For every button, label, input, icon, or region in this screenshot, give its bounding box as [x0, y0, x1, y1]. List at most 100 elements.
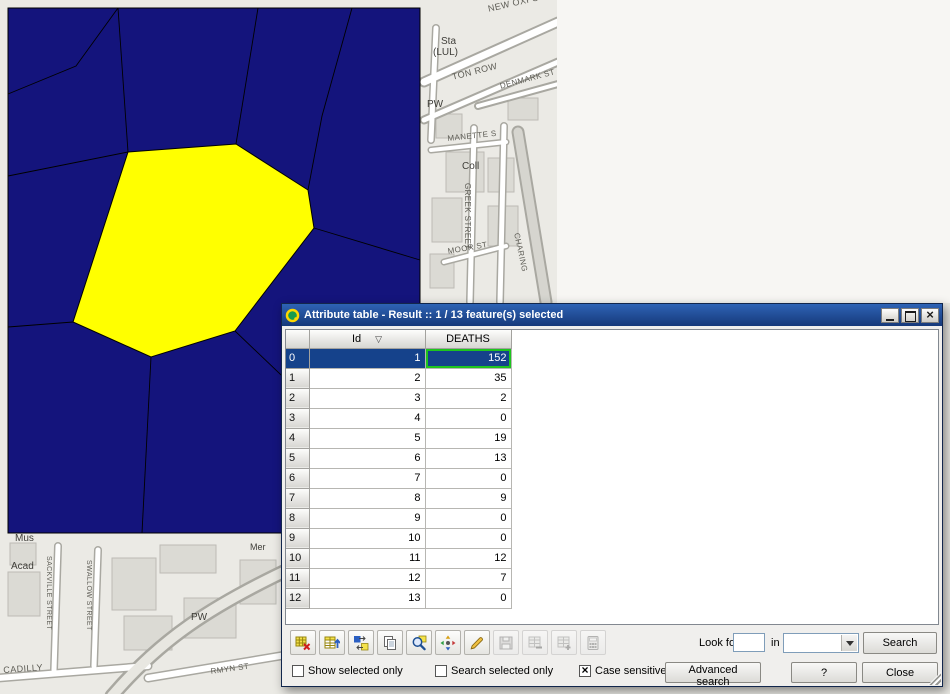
table-row: 890: [286, 508, 511, 528]
cell-id[interactable]: 11: [309, 548, 425, 568]
cell-deaths[interactable]: 0: [425, 408, 511, 428]
new-column-button[interactable]: [551, 630, 577, 655]
minimize-button[interactable]: [881, 308, 899, 323]
case-sensitive-option[interactable]: Case sensitive: [579, 665, 667, 677]
row-header[interactable]: 11: [286, 568, 309, 588]
qgis-workspace: NEW OXFORDSta(LUL)TON ROWPWDENMARK STMAN…: [0, 0, 950, 694]
window-titlebar[interactable]: Attribute table - Result :: 1 / 13 featu…: [282, 304, 942, 326]
help-button[interactable]: ?: [791, 662, 857, 683]
table-row: 340: [286, 408, 511, 428]
search-field-select[interactable]: [783, 633, 859, 653]
cell-id[interactable]: 1: [309, 348, 425, 368]
corner-header[interactable]: [286, 330, 309, 348]
row-header[interactable]: 4: [286, 428, 309, 448]
toggle-editing-button[interactable]: [464, 630, 490, 655]
cell-deaths[interactable]: 13: [425, 448, 511, 468]
cell-deaths[interactable]: 12: [425, 548, 511, 568]
show-selected-only-checkbox[interactable]: [292, 665, 304, 677]
cell-deaths[interactable]: 0: [425, 588, 511, 608]
cell-deaths[interactable]: 0: [425, 508, 511, 528]
cell-id[interactable]: 13: [309, 588, 425, 608]
table-row: 9100: [286, 528, 511, 548]
show-selected-only-option[interactable]: Show selected only: [292, 665, 403, 677]
row-header[interactable]: 2: [286, 388, 309, 408]
delete-column-button[interactable]: [522, 630, 548, 655]
row-header[interactable]: 6: [286, 468, 309, 488]
row-header[interactable]: 10: [286, 548, 309, 568]
move-selection-to-top-icon: [324, 635, 340, 651]
cell-id[interactable]: 9: [309, 508, 425, 528]
advanced-search-button[interactable]: Advanced search: [665, 662, 761, 683]
column-header-deaths[interactable]: DEATHS: [425, 330, 511, 348]
column-header-id[interactable]: Id ▽: [309, 330, 425, 348]
table-row: 789: [286, 488, 511, 508]
table-row: 232: [286, 388, 511, 408]
cell-id[interactable]: 8: [309, 488, 425, 508]
cell-deaths[interactable]: 7: [425, 568, 511, 588]
open-field-calculator-button[interactable]: [580, 630, 606, 655]
invert-selection-button[interactable]: [348, 630, 374, 655]
search-button[interactable]: Search: [863, 632, 937, 654]
maximize-button[interactable]: [901, 308, 919, 323]
sort-indicator-icon: ▽: [375, 334, 382, 344]
cell-id[interactable]: 2: [309, 368, 425, 388]
cell-deaths[interactable]: 35: [425, 368, 511, 388]
cell-id[interactable]: 4: [309, 408, 425, 428]
table-row: 101112: [286, 548, 511, 568]
copy-selected-rows-button[interactable]: [377, 630, 403, 655]
row-header[interactable]: 8: [286, 508, 309, 528]
unselect-all-button[interactable]: [290, 630, 316, 655]
cell-id[interactable]: 6: [309, 448, 425, 468]
row-header[interactable]: 1: [286, 368, 309, 388]
table-row: 1235: [286, 368, 511, 388]
zoom-to-selection-icon: [411, 635, 427, 651]
cell-deaths[interactable]: 19: [425, 428, 511, 448]
row-header[interactable]: 3: [286, 408, 309, 428]
cell-id[interactable]: 12: [309, 568, 425, 588]
search-selected-only-option[interactable]: Search selected only: [435, 665, 553, 677]
attribute-table-window: Attribute table - Result :: 1 / 13 featu…: [281, 303, 943, 687]
row-header[interactable]: 9: [286, 528, 309, 548]
cell-id[interactable]: 7: [309, 468, 425, 488]
pan-to-selection-icon: [440, 635, 456, 651]
attribute-toolbar: Look for in Search: [285, 629, 939, 657]
open-field-calculator-icon: [585, 635, 601, 651]
cell-id[interactable]: 5: [309, 428, 425, 448]
new-column-icon: [556, 635, 572, 651]
row-header[interactable]: 5: [286, 448, 309, 468]
close-button[interactable]: [921, 308, 939, 323]
toggle-editing-icon: [469, 635, 485, 651]
row-header[interactable]: 0: [286, 348, 309, 368]
table-row: 670: [286, 468, 511, 488]
cell-deaths[interactable]: 2: [425, 388, 511, 408]
column-header-id-label: Id: [352, 333, 361, 345]
cell-deaths[interactable]: 152: [425, 348, 511, 368]
window-controls: [881, 308, 939, 323]
dropdown-button[interactable]: [841, 635, 857, 651]
row-header[interactable]: 7: [286, 488, 309, 508]
cell-id[interactable]: 3: [309, 388, 425, 408]
table-row: 12130: [286, 588, 511, 608]
close-button[interactable]: Close: [862, 662, 938, 683]
attribute-table[interactable]: Id▽ DEATHS 01152123523234045195613670789…: [285, 329, 939, 625]
cell-deaths[interactable]: 9: [425, 488, 511, 508]
dialog-footer: Show selected only Search selected only …: [285, 661, 939, 687]
zoom-to-selection-button[interactable]: [406, 630, 432, 655]
save-edits-button[interactable]: [493, 630, 519, 655]
row-header[interactable]: 12: [286, 588, 309, 608]
in-label: in: [771, 637, 780, 649]
pan-to-selection-button[interactable]: [435, 630, 461, 655]
save-edits-icon: [498, 635, 514, 651]
search-selected-only-label: Search selected only: [451, 665, 553, 677]
cell-deaths[interactable]: 0: [425, 528, 511, 548]
case-sensitive-checkbox[interactable]: [579, 665, 591, 677]
cell-deaths[interactable]: 0: [425, 468, 511, 488]
look-for-input[interactable]: [733, 633, 765, 652]
table-row: 01152: [286, 348, 511, 368]
cell-id[interactable]: 10: [309, 528, 425, 548]
search-selected-only-checkbox[interactable]: [435, 665, 447, 677]
qgis-app-icon: [285, 308, 300, 323]
chevron-down-icon: [846, 641, 854, 646]
unselect-all-icon: [295, 635, 311, 651]
move-selection-to-top-button[interactable]: [319, 630, 345, 655]
